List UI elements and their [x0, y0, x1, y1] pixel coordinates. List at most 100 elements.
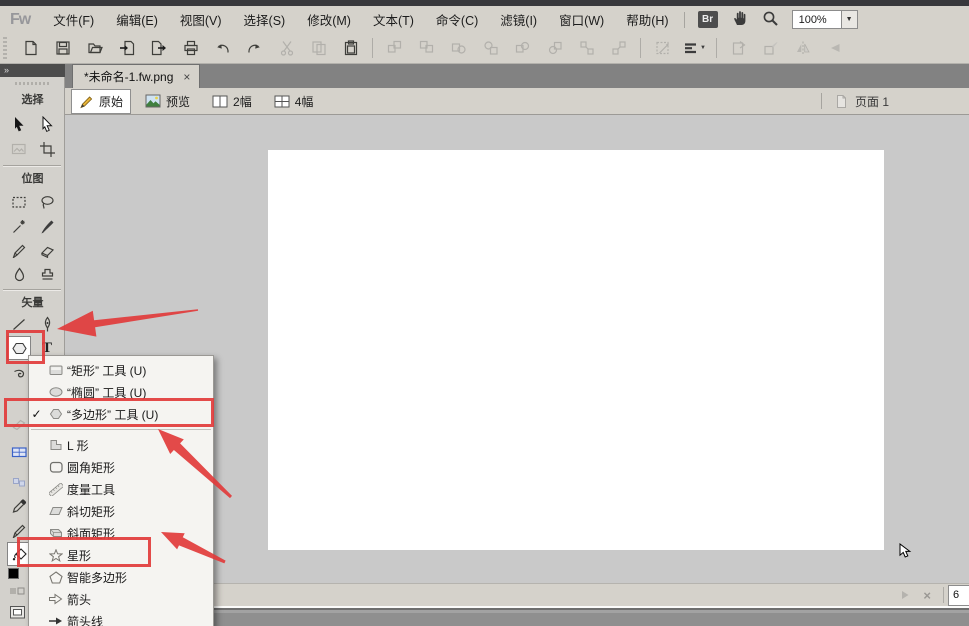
statusbar-zoom-field[interactable]: 6: [948, 585, 969, 606]
menu-select[interactable]: 选择(S): [233, 6, 297, 33]
flip-horizontal-button: [789, 36, 816, 60]
align-top-edge-button: [605, 36, 632, 60]
magnifier-icon[interactable]: [762, 10, 779, 30]
menu-text[interactable]: 文本(T): [362, 6, 425, 33]
document-canvas[interactable]: [268, 150, 884, 550]
colors-mini-control[interactable]: [5, 584, 29, 598]
zoom-level-value: 100%: [793, 14, 841, 26]
menu-file[interactable]: 文件(F): [42, 6, 105, 33]
pointer-tool[interactable]: [7, 112, 31, 136]
beveled-rectangle-icon: [44, 527, 67, 539]
measure-icon: [44, 483, 67, 496]
menu-item-rounded-rectangle[interactable]: 圆角矩形: [29, 456, 213, 478]
rubber-stamp-tool[interactable]: [35, 262, 59, 286]
cut-button: [273, 36, 300, 60]
rounded-rectangle-icon: [44, 461, 67, 473]
toolbar-separator: [372, 38, 373, 58]
export-area-tool: [7, 137, 31, 161]
menubar: Fw 文件(F) 编辑(E) 视图(V) 选择(S) 修改(M) 文本(T) 命…: [0, 6, 969, 33]
panel-divider: [3, 165, 61, 167]
panel-collapse-handle[interactable]: »: [0, 64, 65, 77]
new-document-button[interactable]: [17, 36, 44, 60]
chevron-down-icon[interactable]: ▼: [841, 11, 857, 28]
rectangle-icon: [44, 364, 67, 376]
paste-inside-button: [725, 36, 752, 60]
page-indicator[interactable]: 页面 1: [821, 93, 889, 110]
section-label-select: 选择: [0, 91, 65, 107]
menu-item-rectangle-tool[interactable]: “矩形” 工具 (U): [29, 359, 213, 381]
panel-grip[interactable]: [15, 82, 49, 85]
view-mode-2up[interactable]: 2幅: [204, 89, 260, 114]
view-mode-original[interactable]: 原始: [71, 89, 131, 114]
toolbar-grip[interactable]: [3, 37, 7, 59]
menu-item-l-shape[interactable]: L 形: [29, 434, 213, 456]
document-tab[interactable]: *未命名-1.fw.png ×: [72, 64, 200, 88]
menu-item-star[interactable]: 星形: [29, 544, 213, 566]
menu-item-smart-polygon[interactable]: 智能多边形: [29, 566, 213, 588]
menu-window[interactable]: 窗口(W): [548, 6, 615, 33]
export-button[interactable]: [145, 36, 172, 60]
toolbar-separator: [640, 38, 641, 58]
menu-item-measure-tool[interactable]: 度量工具: [29, 478, 213, 500]
view-mode-preview[interactable]: 预览: [137, 89, 198, 114]
pencil-bitmap-tool[interactable]: [7, 238, 31, 262]
section-label-vector: 矢量: [0, 294, 65, 310]
menu-filters[interactable]: 滤镜(I): [489, 6, 548, 33]
screen-mode-button[interactable]: [5, 600, 29, 624]
flip-vertical-button: [821, 36, 848, 60]
menu-item-skewed-rectangle[interactable]: 斜切矩形: [29, 500, 213, 522]
bring-forward-button: [509, 36, 536, 60]
menu-help[interactable]: 帮助(H): [615, 6, 679, 33]
pen-tool[interactable]: [35, 312, 59, 336]
play-icon: [899, 589, 911, 601]
star-icon: [44, 549, 67, 562]
paste-button[interactable]: [337, 36, 364, 60]
app-logo: Fw: [10, 11, 30, 29]
menu-view[interactable]: 视图(V): [169, 6, 233, 33]
menu-item-ellipse-tool[interactable]: “椭圆” 工具 (U): [29, 381, 213, 403]
fill-color-swatch[interactable]: [8, 568, 19, 579]
hand-tool-icon[interactable]: [731, 9, 749, 30]
brush-tool[interactable]: [35, 214, 59, 238]
align-button[interactable]: ▼: [681, 36, 708, 60]
menu-item-arrow-line[interactable]: 箭头线: [29, 610, 213, 626]
marquee-tool[interactable]: [7, 190, 31, 214]
crop-tool[interactable]: [35, 137, 59, 161]
view-mode-4up[interactable]: 4幅: [266, 89, 322, 114]
menu-item-polygon-tool[interactable]: ✓ “多边形” 工具 (U): [29, 403, 213, 425]
bridge-button[interactable]: Br: [698, 11, 718, 28]
menu-modify[interactable]: 修改(M): [296, 6, 362, 33]
menu-item-arrow[interactable]: 箭头: [29, 588, 213, 610]
document-tab-title: *未命名-1.fw.png: [84, 68, 173, 85]
subselection-tool[interactable]: [35, 112, 59, 136]
save-button[interactable]: [49, 36, 76, 60]
undo-button[interactable]: [209, 36, 236, 60]
magic-wand-tool[interactable]: [7, 214, 31, 238]
ungroup-button: [413, 36, 440, 60]
polygon-icon: [44, 408, 67, 420]
menu-item-beveled-rectangle[interactable]: 斜面矩形: [29, 522, 213, 544]
free-transform-button: [649, 36, 676, 60]
open-button[interactable]: [81, 36, 108, 60]
align-left-edge-button: [573, 36, 600, 60]
close-icon[interactable]: ×: [183, 70, 190, 84]
import-button[interactable]: [113, 36, 140, 60]
print-button[interactable]: [177, 36, 204, 60]
l-shape-icon: [44, 439, 67, 451]
zoom-level-select[interactable]: 100% ▼: [792, 10, 858, 29]
bring-to-front-button: [445, 36, 472, 60]
subselection-icon: [39, 116, 56, 133]
menu-edit[interactable]: 编辑(E): [105, 6, 169, 33]
redo-button[interactable]: [241, 36, 268, 60]
line-tool[interactable]: [7, 312, 31, 336]
menu-separator: [31, 429, 211, 430]
lasso-tool[interactable]: [35, 190, 59, 214]
skewed-rectangle-icon: [44, 505, 67, 517]
eraser-tool[interactable]: [35, 238, 59, 262]
blur-tool[interactable]: [7, 262, 31, 286]
group-button: [381, 36, 408, 60]
view-mode-bar: 原始 预览 2幅 4幅 页面 1: [65, 88, 969, 115]
chevrons-icon: »: [4, 65, 9, 75]
menu-commands[interactable]: 命令(C): [425, 6, 489, 33]
statusbar-separator: [943, 587, 944, 603]
